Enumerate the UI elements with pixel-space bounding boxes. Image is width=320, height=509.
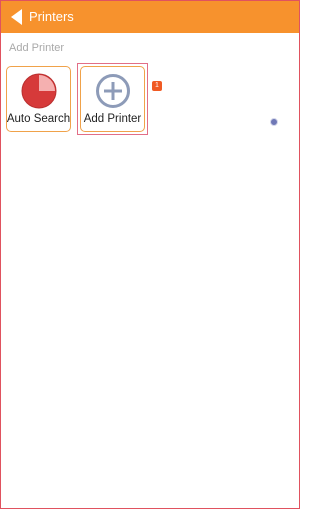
auto-search-button[interactable]: Auto Search [6,66,71,132]
auto-search-label: Auto Search [6,113,71,125]
indicator-dot-icon[interactable] [270,118,278,126]
selection-highlight [77,63,148,135]
count-badge: 1 [152,81,162,91]
top-bar: Printers [0,0,300,33]
back-arrow-icon [10,8,22,25]
back-button[interactable] [0,0,30,33]
section-label: Add Printer [9,42,65,54]
auto-search-icon [21,73,57,109]
page-title: Printers [29,9,74,24]
